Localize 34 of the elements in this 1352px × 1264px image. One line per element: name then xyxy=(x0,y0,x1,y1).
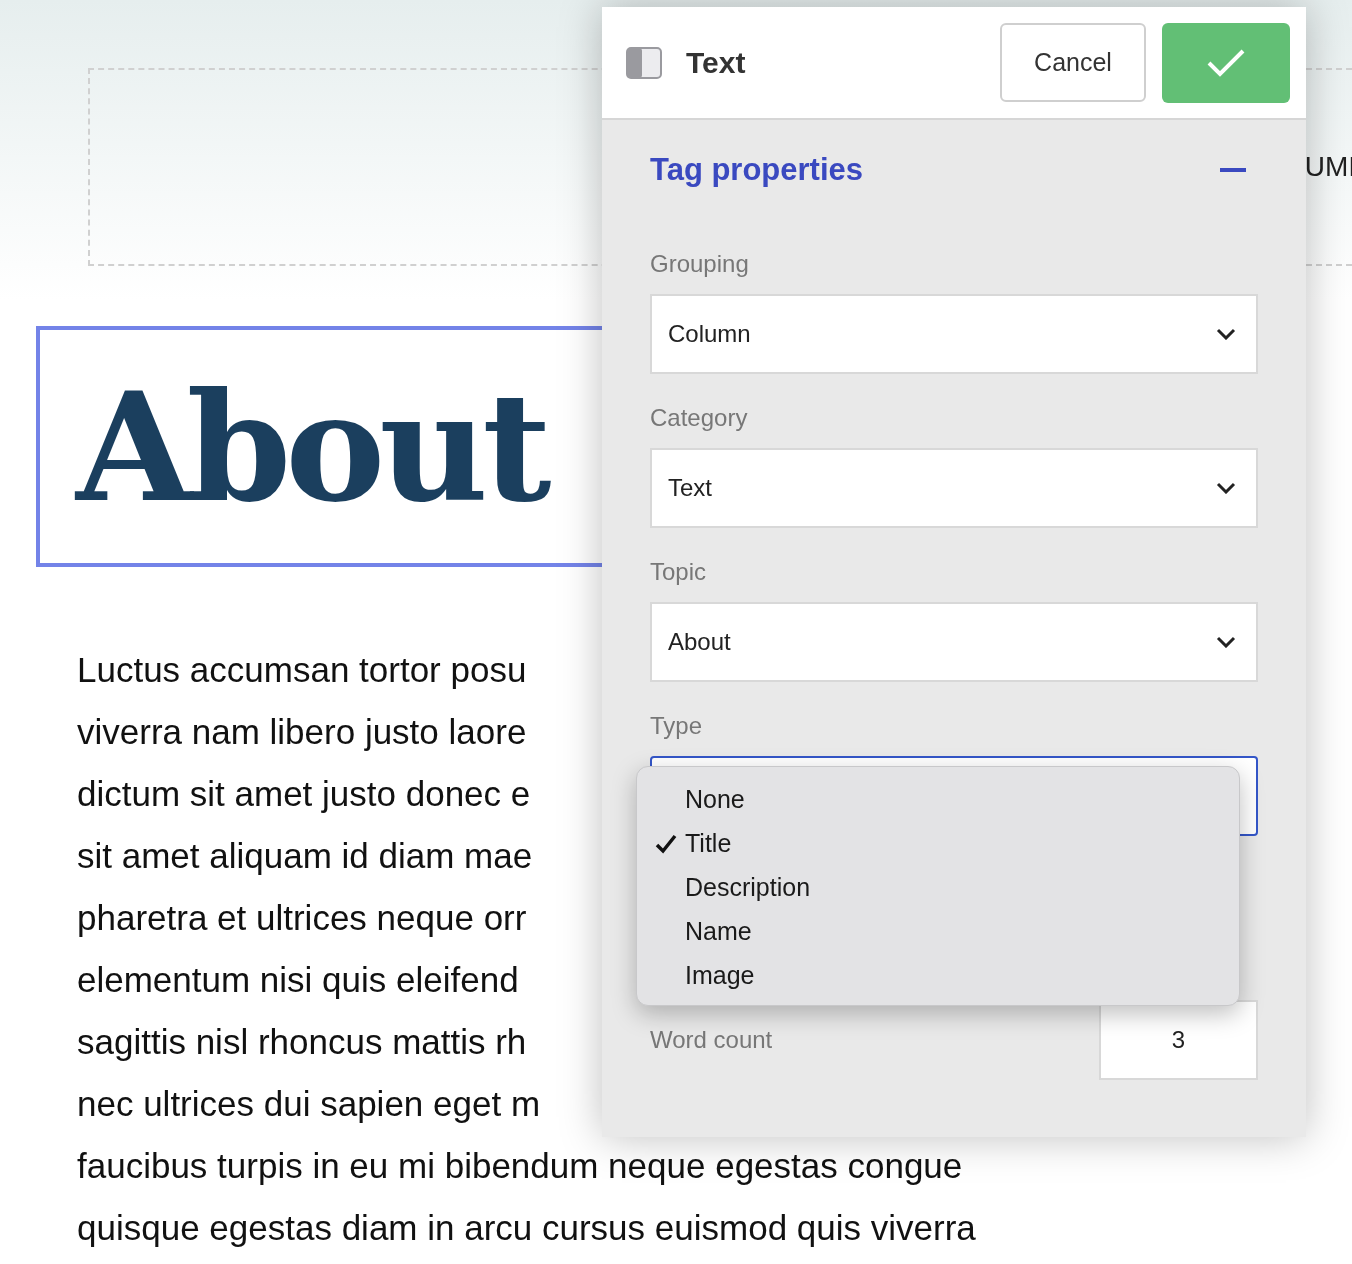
select-field[interactable]: Text xyxy=(650,448,1258,528)
chevron-down-icon xyxy=(1216,328,1236,340)
paragraph-line: pharetra et ultrices neque orr xyxy=(77,897,527,939)
chevron-down-icon xyxy=(1216,482,1236,494)
menu-item[interactable]: None xyxy=(685,781,745,819)
field-label: Grouping xyxy=(650,250,750,278)
menu-item[interactable]: Name xyxy=(685,913,752,951)
select-field[interactable]: About xyxy=(650,602,1258,682)
checkmark-icon xyxy=(1206,47,1246,78)
sidebar-toggle-icon[interactable] xyxy=(626,46,662,79)
paragraph-line: quisque egestas diam in arcu cursus euismod quis viverra xyxy=(77,1207,976,1249)
confirm-button[interactable] xyxy=(1162,22,1290,103)
field-label: Word count xyxy=(650,1025,773,1055)
field-label: Type xyxy=(650,712,703,740)
paragraph-line: elementum nisi quis eleifend xyxy=(77,959,519,1001)
number-field[interactable]: 3 xyxy=(1099,1000,1258,1080)
paragraph-line: sit amet aliquam id diam mae xyxy=(77,835,533,877)
field-label: Topic xyxy=(650,558,708,586)
field-label: Category xyxy=(650,404,749,432)
menu-item[interactable]: Title xyxy=(685,825,732,863)
paragraph-line: viverra nam libero justo laore xyxy=(77,711,527,753)
paragraph-line: dictum sit amet justo donec e xyxy=(77,773,531,815)
select-field[interactable]: Column xyxy=(650,294,1258,374)
cancel-button[interactable]: Cancel xyxy=(1000,23,1146,102)
menu-item[interactable]: Image xyxy=(685,957,755,995)
panel-title: Text xyxy=(686,45,746,81)
paragraph-line: faucibus turpis in eu mi bibendum neque egestas congue xyxy=(77,1145,963,1187)
menu-item[interactable]: Description xyxy=(685,869,811,907)
paragraph-line: Luctus accumsan tortor posu xyxy=(77,649,527,691)
paragraph-line: sagittis nisl rhoncus mattis rh xyxy=(77,1021,527,1063)
paragraph-line: nec ultrices dui sapien eget m xyxy=(77,1083,541,1125)
page-heading: About xyxy=(76,371,546,522)
chevron-down-icon xyxy=(1216,636,1236,648)
section-title: Tag properties xyxy=(650,150,864,189)
